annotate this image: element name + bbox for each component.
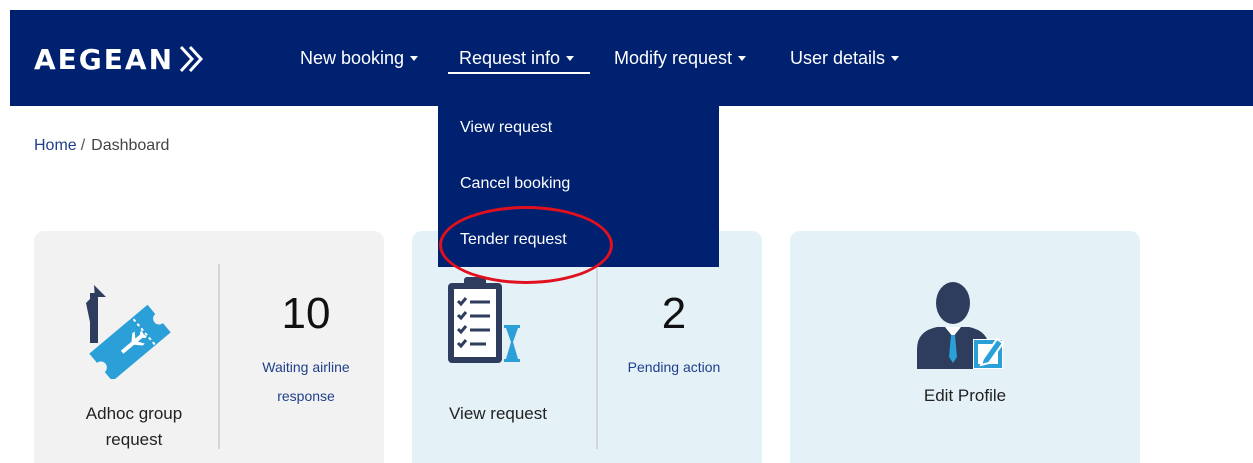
waiting-label-line1: Waiting airline	[262, 359, 350, 375]
card-adhoc-label-line1: Adhoc group	[85, 404, 183, 423]
card-adhoc-label-line2: request	[105, 430, 163, 449]
breadcrumb-separator: /	[80, 137, 86, 154]
aegean-logo[interactable]: AEGEAN	[34, 42, 208, 76]
top-navbar: AEGEAN New booking Request info Modify r…	[10, 10, 1253, 106]
nav-user-details[interactable]: User details	[790, 48, 900, 69]
nav-request-info[interactable]: Request info	[459, 48, 575, 69]
nav-new-booking[interactable]: New booking	[300, 48, 419, 69]
nav-active-underline	[448, 72, 590, 74]
card-edit-profile-label: Edit Profile	[923, 386, 1007, 405]
breadcrumb-home[interactable]: Home	[34, 137, 77, 154]
card-edit-profile[interactable]: Edit Profile	[790, 231, 1140, 463]
menu-item-view-request[interactable]: View request	[460, 119, 552, 137]
breadcrumb: Home / Dashboard	[34, 137, 169, 155]
nav-request-info-label: Request info	[459, 48, 561, 68]
plane-ticket-icon	[86, 285, 171, 379]
menu-item-cancel-booking[interactable]: Cancel booking	[460, 175, 570, 193]
breadcrumb-current: Dashboard	[91, 137, 170, 154]
waiting-count: 10	[281, 289, 331, 338]
caret-down-icon	[738, 56, 747, 61]
caret-down-icon	[891, 56, 900, 61]
card-view-request-label: View request	[449, 404, 547, 423]
nav-modify-request[interactable]: Modify request	[614, 48, 747, 69]
user-edit-icon	[917, 282, 1005, 369]
waiting-label: Waiting airline response	[226, 353, 386, 411]
card-adhoc-label: Adhoc group request	[54, 401, 214, 453]
brand-name: AEGEAN	[34, 42, 175, 76]
nav-user-details-label: User details	[790, 48, 886, 68]
pending-label: Pending action	[627, 359, 721, 375]
card-adhoc-group-request[interactable]: Adhoc group request 10 Waiting airline r…	[34, 231, 384, 463]
nav-new-booking-label: New booking	[300, 48, 405, 68]
waiting-label-line2: response	[277, 388, 335, 404]
nav-modify-request-label: Modify request	[614, 48, 733, 68]
chevron-logo-icon	[179, 45, 204, 73]
card-divider	[218, 264, 220, 449]
caret-down-icon	[410, 56, 419, 61]
caret-down-icon	[566, 56, 575, 61]
red-highlight-ellipse	[439, 206, 613, 284]
pending-count: 2	[661, 289, 687, 338]
checklist-hourglass-icon	[448, 277, 520, 363]
